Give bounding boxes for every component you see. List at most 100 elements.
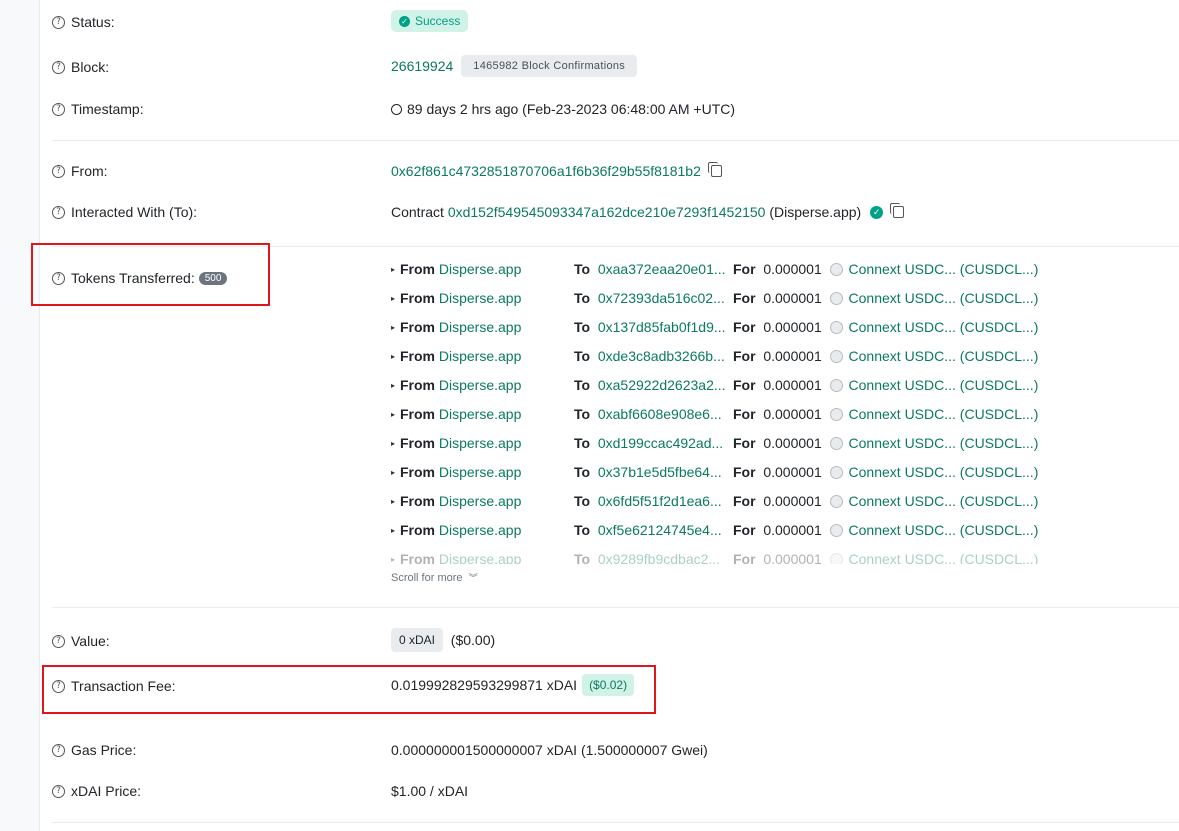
token-link[interactable]: Connext USDC... (CUSDCL...) xyxy=(849,406,1039,422)
from-label: From: xyxy=(71,163,108,179)
transfer-to-link[interactable]: 0x72393da516c02... xyxy=(598,290,725,306)
caret-right-icon[interactable]: ▸ xyxy=(391,410,400,419)
token-icon xyxy=(829,291,843,305)
transfer-from-link[interactable]: Disperse.app xyxy=(439,290,522,306)
caret-right-icon[interactable]: ▸ xyxy=(391,439,400,448)
from-word: From xyxy=(400,319,435,335)
transfer-to-link[interactable]: 0xabf6608e908e6... xyxy=(598,406,722,422)
value-amount-badge: 0 xDAI xyxy=(391,628,444,652)
transfer-from-link[interactable]: Disperse.app xyxy=(439,435,522,451)
to-word: To xyxy=(574,406,591,422)
from-word: From xyxy=(400,406,435,422)
for-word: For xyxy=(733,348,756,364)
status-label: Status: xyxy=(71,14,115,30)
help-icon[interactable]: ? xyxy=(52,164,65,178)
token-icon xyxy=(829,465,843,479)
token-link[interactable]: Connext USDC... (CUSDCL...) xyxy=(849,261,1039,277)
transfer-from-link[interactable]: Disperse.app xyxy=(439,551,522,564)
token-link[interactable]: Connext USDC... (CUSDCL...) xyxy=(849,377,1039,393)
transfer-amount: 0.000001 xyxy=(763,435,822,451)
transfer-from-link[interactable]: Disperse.app xyxy=(439,377,522,393)
caret-right-icon[interactable]: ▸ xyxy=(391,555,400,564)
caret-right-icon[interactable]: ▸ xyxy=(391,468,400,477)
for-word: For xyxy=(733,435,756,451)
token-transfer-list[interactable]: ▸ From Disperse.app To 0xaa372eaa20e01...… xyxy=(391,259,1091,564)
help-icon[interactable]: ? xyxy=(52,205,65,219)
transfer-to-link[interactable]: 0x137d85fab0f1d9... xyxy=(598,319,726,335)
token-icon xyxy=(829,407,843,421)
caret-right-icon[interactable]: ▸ xyxy=(391,352,400,361)
for-word: For xyxy=(733,406,756,422)
token-link[interactable]: Connext USDC... (CUSDCL...) xyxy=(849,348,1039,364)
caret-right-icon[interactable]: ▸ xyxy=(391,526,400,535)
left-gutter xyxy=(0,0,40,831)
transfer-to-link[interactable]: 0xde3c8adb3266b... xyxy=(598,348,725,364)
token-icon xyxy=(829,523,843,537)
to-word: To xyxy=(574,290,591,306)
from-word: From xyxy=(400,261,435,277)
xdai-price-value: $1.00 / xDAI xyxy=(391,783,468,799)
copy-icon[interactable] xyxy=(707,162,722,177)
transfer-from-link[interactable]: Disperse.app xyxy=(439,522,522,538)
transfer-to-link[interactable]: 0x6fd5f51f2d1ea6... xyxy=(598,493,722,509)
divider xyxy=(52,140,1179,141)
to-word: To xyxy=(574,464,591,480)
gas-price-text: 0.000000001500000007 xDAI (1.500000007 G… xyxy=(391,742,708,758)
block-value: 26619924 1465982 Block Confirmations xyxy=(391,55,638,77)
help-icon[interactable]: ? xyxy=(52,634,65,648)
token-link[interactable]: Connext USDC... (CUSDCL...) xyxy=(849,319,1039,335)
block-number-link[interactable]: 26619924 xyxy=(391,58,453,74)
transfer-amount: 0.000001 xyxy=(763,406,822,422)
caret-right-icon[interactable]: ▸ xyxy=(391,323,400,332)
help-icon[interactable]: ? xyxy=(52,743,65,757)
highlight-box-tokens xyxy=(31,243,270,306)
caret-right-icon[interactable]: ▸ xyxy=(391,294,400,303)
gas-label-row: ? Gas Price: xyxy=(52,742,136,758)
for-word: For xyxy=(733,493,756,509)
from-word: From xyxy=(400,377,435,393)
transfer-from-link[interactable]: Disperse.app xyxy=(439,319,522,335)
token-link[interactable]: Connext USDC... (CUSDCL...) xyxy=(849,290,1039,306)
token-link[interactable]: Connext USDC... (CUSDCL...) xyxy=(849,464,1039,480)
transfer-from-link[interactable]: Disperse.app xyxy=(439,348,522,364)
transfer-to-link[interactable]: 0xa52922d2623a2... xyxy=(598,377,726,393)
copy-icon[interactable] xyxy=(890,203,905,218)
from-address-link[interactable]: 0x62f861c4732851870706a1f6b36f29b55f8181… xyxy=(391,163,701,179)
transfer-to-link[interactable]: 0xf5e62124745e4... xyxy=(598,522,722,538)
divider xyxy=(52,822,1179,823)
token-link[interactable]: Connext USDC... (CUSDCL...) xyxy=(849,493,1039,509)
double-chevron-down-icon: ︾ xyxy=(468,573,478,583)
scroll-for-more[interactable]: Scroll for more ︾ xyxy=(391,571,478,584)
from-word: From xyxy=(400,290,435,306)
contract-address-link[interactable]: 0xd152f549545093347a162dce210e7293f14521… xyxy=(448,204,766,220)
clock-icon xyxy=(391,103,402,115)
help-icon[interactable]: ? xyxy=(52,15,65,29)
token-link[interactable]: Connext USDC... (CUSDCL...) xyxy=(849,551,1039,564)
transfer-from-link[interactable]: Disperse.app xyxy=(439,406,522,422)
transfer-to-link[interactable]: 0xd199ccac492ad... xyxy=(598,435,723,451)
help-icon[interactable]: ? xyxy=(52,60,65,74)
transfer-to-link[interactable]: 0x37b1e5d5fbe64... xyxy=(598,464,722,480)
gas-value: 0.000000001500000007 xDAI (1.500000007 G… xyxy=(391,742,708,758)
transfer-from-link[interactable]: Disperse.app xyxy=(439,464,522,480)
xdai-price-text: $1.00 / xDAI xyxy=(391,783,469,799)
transfer-from-link[interactable]: Disperse.app xyxy=(439,261,522,277)
token-link[interactable]: Connext USDC... (CUSDCL...) xyxy=(849,522,1039,538)
help-icon[interactable]: ? xyxy=(52,784,65,798)
caret-right-icon[interactable]: ▸ xyxy=(391,381,400,390)
help-icon[interactable]: ? xyxy=(52,102,65,116)
value-label: Value: xyxy=(71,633,110,649)
caret-right-icon[interactable]: ▸ xyxy=(391,497,400,506)
caret-right-icon[interactable]: ▸ xyxy=(391,265,400,274)
for-word: For xyxy=(733,551,756,564)
token-link[interactable]: Connext USDC... (CUSDCL...) xyxy=(849,435,1039,451)
transfer-to-link[interactable]: 0xaa372eaa20e01... xyxy=(598,261,726,277)
transfer-amount: 0.000001 xyxy=(763,464,822,480)
transfer-amount: 0.000001 xyxy=(763,348,822,364)
transfer-to-link[interactable]: 0x9289fb9cdbac2... xyxy=(598,551,720,564)
for-word: For xyxy=(733,261,756,277)
transfer-amount: 0.000001 xyxy=(763,290,822,306)
transfer-amount: 0.000001 xyxy=(763,261,822,277)
transfer-from-link[interactable]: Disperse.app xyxy=(439,493,522,509)
scroll-more-text: Scroll for more xyxy=(391,572,463,584)
